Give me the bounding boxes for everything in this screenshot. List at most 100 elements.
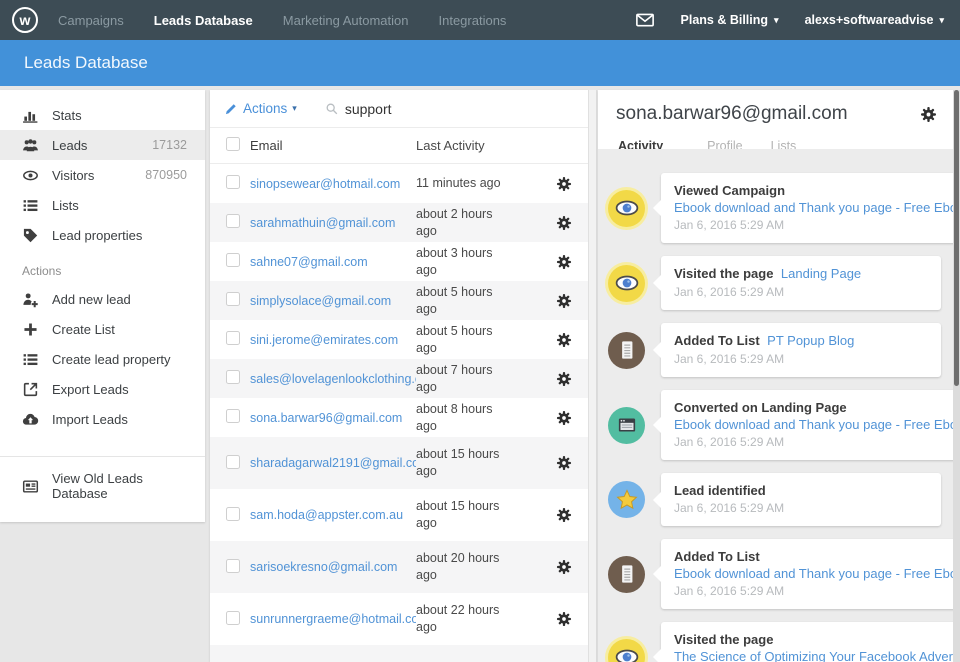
- plans-billing-menu[interactable]: Plans & Billing▾: [681, 13, 779, 27]
- row-checkbox[interactable]: [226, 507, 240, 521]
- table-row[interactable]: sini.jerome@emirates.com about 5 hours a…: [210, 320, 588, 359]
- sidebar-item-leads[interactable]: Leads 17132: [0, 130, 205, 160]
- row-checkbox[interactable]: [226, 214, 240, 228]
- sidebar-item-visitors[interactable]: Visitors 870950: [0, 160, 205, 190]
- page-scrollbar-thumb[interactable]: [954, 90, 959, 386]
- table-row[interactable]: simplysolace@gmail.com about 5 hours ago: [210, 281, 588, 320]
- search-input[interactable]: [345, 101, 525, 117]
- table-row[interactable]: sam.hoda@appster.com.au about 15 hours a…: [210, 489, 588, 541]
- sidebar-item-label: Leads: [52, 138, 87, 153]
- lead-email-link[interactable]: sarahmathuin@gmail.com: [250, 216, 395, 230]
- sidebar-item-add-new-lead[interactable]: Add new lead: [0, 284, 205, 314]
- lead-email-link[interactable]: sam.hoda@appster.com.au: [250, 508, 403, 522]
- row-checkbox[interactable]: [226, 409, 240, 423]
- chevron-down-icon: ▾: [774, 15, 779, 26]
- sidebar-item-view-old-leads-database[interactable]: View Old Leads Database: [0, 471, 205, 501]
- column-header-last-activity: Last Activity: [416, 137, 520, 155]
- activity-link[interactable]: The Science of Optimizing Your Facebook …: [674, 648, 953, 662]
- select-all-checkbox[interactable]: [226, 137, 240, 151]
- account-menu[interactable]: alexs+softwareadvise▾: [805, 13, 944, 27]
- table-row[interactable]: sinopsewear@hotmail.com 11 minutes ago: [210, 164, 588, 203]
- activity-card: Added To List PT Popup Blog Jan 6, 2016 …: [661, 323, 941, 377]
- lead-email-link[interactable]: sharadagarwal2191@gmail.com: [250, 456, 416, 470]
- leads-count: 17132: [152, 138, 187, 152]
- activity-link[interactable]: Landing Page: [781, 266, 861, 281]
- search-icon: [325, 102, 339, 116]
- lead-settings-button[interactable]: [920, 106, 937, 123]
- table-row[interactable]: sales@lovelagenlookclothing.co... about …: [210, 359, 588, 398]
- row-settings-button[interactable]: [556, 293, 588, 309]
- activity-link[interactable]: Ebook download and Thank you page - Free…: [674, 416, 953, 433]
- sidebar-item-label: Visitors: [52, 168, 94, 183]
- table-row[interactable]: sarisoekresno@gmail.com about 20 hours a…: [210, 541, 588, 593]
- nav-item-marketing-automation[interactable]: Marketing Automation: [283, 13, 409, 28]
- table-row[interactable]: sona.barwar96@gmail.com about 8 hours ag…: [210, 398, 588, 437]
- row-checkbox[interactable]: [226, 175, 240, 189]
- logo-letter: w: [20, 12, 31, 28]
- lead-email-link[interactable]: sona.barwar96@gmail.com: [250, 411, 402, 425]
- sidebar-item-label: Export Leads: [52, 382, 129, 397]
- row-checkbox[interactable]: [226, 455, 240, 469]
- row-checkbox[interactable]: [226, 253, 240, 267]
- row-settings-button[interactable]: [556, 176, 588, 192]
- row-settings-button[interactable]: [556, 371, 588, 387]
- last-activity-text: about 2 hours ago: [416, 206, 520, 240]
- lead-email-link[interactable]: sinopsewear@hotmail.com: [250, 177, 400, 191]
- row-settings-button[interactable]: [556, 254, 588, 270]
- sidebar-item-stats[interactable]: Stats: [0, 100, 205, 130]
- row-checkbox[interactable]: [226, 611, 240, 625]
- lead-email-link[interactable]: sini.jerome@emirates.com: [250, 333, 398, 347]
- nav-item-integrations[interactable]: Integrations: [439, 13, 507, 28]
- nav-item-leads-database[interactable]: Leads Database: [154, 13, 253, 28]
- lead-email-link[interactable]: sales@lovelagenlookclothing.co...: [250, 372, 416, 386]
- lead-email-link[interactable]: sahne07@gmail.com: [250, 255, 368, 269]
- sidebar-item-export-leads[interactable]: Export Leads: [0, 374, 205, 404]
- activity-link[interactable]: PT Popup Blog: [767, 333, 854, 348]
- page-header-band: Leads Database: [0, 40, 960, 86]
- row-checkbox[interactable]: [226, 331, 240, 345]
- row-settings-button[interactable]: [556, 559, 588, 575]
- row-checkbox[interactable]: [226, 292, 240, 306]
- row-checkbox[interactable]: [226, 559, 240, 573]
- table-row[interactable]: sharadagarwal2191@gmail.com about 15 hou…: [210, 437, 588, 489]
- row-settings-button[interactable]: [556, 611, 588, 627]
- sidebar-item-create-lead-property[interactable]: Create lead property: [0, 344, 205, 374]
- row-settings-button[interactable]: [556, 455, 588, 471]
- row-checkbox[interactable]: [226, 370, 240, 384]
- row-settings-button[interactable]: [556, 410, 588, 426]
- mail-icon[interactable]: [635, 10, 655, 30]
- activity-link[interactable]: Ebook download and Thank you page - Free…: [674, 565, 953, 582]
- nav-item-campaigns[interactable]: Campaigns: [58, 13, 124, 28]
- table-row[interactable]: sahne07@gmail.com about 3 hours ago: [210, 242, 588, 281]
- page-scrollbar-track[interactable]: [953, 90, 960, 662]
- activity-item: Converted on Landing Page Ebook download…: [602, 390, 941, 460]
- activity-date: Jan 6, 2016 5:29 AM: [674, 500, 928, 516]
- nav-menu: Campaigns Leads Database Marketing Autom…: [58, 13, 506, 28]
- activity-card: Viewed Campaign Ebook download and Thank…: [661, 173, 953, 243]
- nav-right: Plans & Billing▾ alexs+softwareadvise▾: [635, 10, 960, 30]
- last-activity-text: about 20 hours ago: [416, 550, 520, 584]
- lead-email-link[interactable]: sunrunnergraeme@hotmail.com: [250, 612, 416, 626]
- sidebar-item-create-list[interactable]: Create List: [0, 314, 205, 344]
- sidebar-item-lists[interactable]: Lists: [0, 190, 205, 220]
- row-settings-button[interactable]: [556, 507, 588, 523]
- row-settings-button[interactable]: [556, 332, 588, 348]
- actions-dropdown-button[interactable]: Actions ▾: [224, 101, 297, 116]
- panel-scrollbar-track[interactable]: [588, 90, 597, 662]
- cloud-upload-icon: [22, 411, 39, 428]
- actions-dropdown-label: Actions: [243, 101, 287, 116]
- lead-email-link[interactable]: sarisoekresno@gmail.com: [250, 560, 397, 574]
- sidebar-item-import-leads[interactable]: Import Leads: [0, 404, 205, 434]
- activity-link[interactable]: Ebook download and Thank you page - Free…: [674, 199, 953, 216]
- lead-email-link[interactable]: simplysolace@gmail.com: [250, 294, 391, 308]
- sidebar-item-lead-properties[interactable]: Lead properties: [0, 220, 205, 250]
- eye-icon: [608, 190, 645, 227]
- gear-icon: [556, 410, 572, 426]
- last-activity-text: about 5 hours ago: [416, 284, 520, 318]
- table-row[interactable]: sunrunnergraeme@hotmail.com about 22 hou…: [210, 593, 588, 645]
- last-activity-text: 11 minutes ago: [416, 175, 520, 192]
- wishpond-logo[interactable]: w: [12, 7, 38, 33]
- row-settings-button[interactable]: [556, 215, 588, 231]
- search-box: [325, 101, 574, 117]
- table-row[interactable]: sarahmathuin@gmail.com about 2 hours ago: [210, 203, 588, 242]
